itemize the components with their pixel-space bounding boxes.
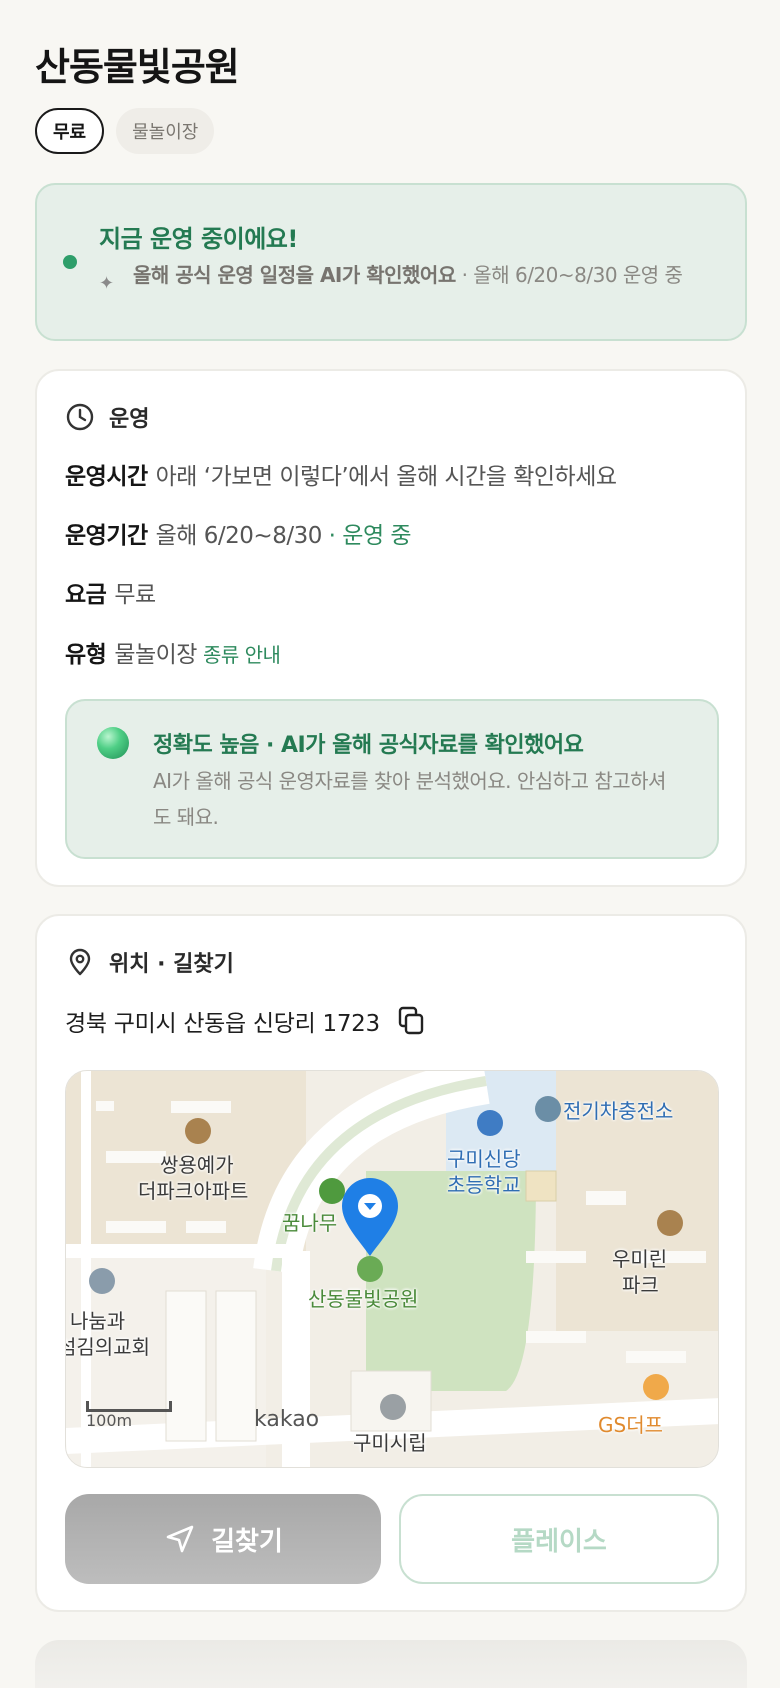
period-status: · 운영 중 [328,523,412,549]
type-guide-link[interactable]: 종류 안내 [203,643,281,667]
clock-icon [66,403,94,431]
library-poi-icon[interactable] [380,1394,406,1420]
fee-row: 요금 무료 [65,575,156,609]
fee-label: 요금 [65,582,107,608]
route-button-label: 길찾기 [211,1526,283,1557]
address-text: 경북 구미시 산동읍 신당리 1723 [65,1011,380,1037]
operation-card: 운영 운영시간 아래 ‘가보면 이렇다’에서 올해 시간을 확인하세요 운영기간 올… [35,369,747,887]
map-label-gs: GS더프 [598,1413,663,1437]
period-row: 운영기간 올해 6/20~8/30 · 운영 중 [65,516,412,550]
chip-water-play[interactable]: 물놀이장 [116,108,215,154]
map-label-church-1: 나눔과 [70,1309,126,1333]
accuracy-indicator-icon [97,727,129,759]
type-value: 물놀이장 [114,642,197,668]
map-label-dream: 꿈나무 [282,1211,338,1235]
navigation-arrow-icon [166,1525,194,1553]
map-label-apt-2: 더파크아파트 [138,1179,249,1203]
copy-icon [398,1006,424,1035]
school-poi-icon[interactable] [477,1110,503,1136]
next-card-peek [35,1640,747,1688]
accuracy-description: AI가 올해 공식 운영자료를 찾아 분석했어요. 안심하고 참고하셔도 돼요. [153,769,666,829]
sparkle-icon: ✦ [99,273,115,294]
map-label-ev: 전기차충전소 [563,1099,674,1123]
status-banner: 지금 운영 중이에요! ✦ 올해 공식 운영 일정을 AI가 확인했어요 · 올… [35,183,747,341]
type-row: 유형 물놀이장 종류 안내 [65,635,281,669]
status-subtext: 올해 공식 운영 일정을 AI가 확인했어요 · 올해 6/20~8/30 운영… [133,261,733,290]
status-dot [63,255,77,269]
map-label-park: 산동물빛공원 [308,1287,419,1311]
hours-label: 운영시간 [65,464,148,490]
period-value: 올해 6/20~8/30 [155,523,323,549]
operation-heading: 운영 [65,401,149,433]
apartment-poi-icon[interactable] [185,1118,211,1144]
place-button[interactable]: 플레이스 [399,1494,719,1584]
address-row: 경북 구미시 산동읍 신당리 1723 [65,1004,426,1038]
map-label-school-2: 초등학교 [447,1173,521,1197]
map-label-apt-1: 쌍용예가 [160,1153,234,1177]
map-label-library: 구미시립 [353,1431,427,1455]
church-poi-icon[interactable] [89,1268,115,1294]
chip-free[interactable]: 무료 [35,108,105,154]
route-button[interactable]: 길찾기 [65,1494,381,1584]
park-poi-icon [357,1256,383,1282]
status-ai-check: 올해 공식 운영 일정을 AI가 확인했어요 [133,263,456,287]
map-label-church-2: 섬김의교회 [65,1335,150,1359]
operation-heading-label: 운영 [109,407,150,432]
accuracy-title: 정확도 높음 · AI가 올해 공식자료를 확인했어요 [153,733,584,758]
map-provider-logo: kakao [254,1407,320,1432]
tree-poi-icon[interactable] [319,1178,345,1204]
location-pin-icon [69,948,91,976]
map-label-right-2: 파크 [622,1273,659,1297]
ev-charging-poi-icon[interactable] [535,1096,561,1122]
accuracy-box: 정확도 높음 · AI가 올해 공식자료를 확인했어요 AI가 올해 공식 운영… [65,699,719,859]
store-poi-icon[interactable] [643,1374,669,1400]
status-title: 지금 운영 중이에요! [99,225,298,253]
type-label: 유형 [65,642,107,668]
map-label-school-1: 구미신당 [447,1147,521,1171]
location-heading-label: 위치 · 길찾기 [109,952,234,977]
period-label: 운영기간 [65,523,148,549]
map-label-right-1: 우미린 [612,1247,668,1271]
hours-row: 운영시간 아래 ‘가보면 이렇다’에서 올해 시간을 확인하세요 [65,457,617,491]
map-scale-label: 100m [86,1411,133,1430]
copy-address-button[interactable] [396,1006,426,1036]
map-view[interactable]: 전기차충전소 구미신당 초등학교 쌍용예가 더파크아파트 꿈나무 산동물빛공원 … [65,1070,719,1468]
location-card: 위치 · 길찾기 경북 구미시 산동읍 신당리 1723 전기차충전소 구미신당… [35,914,747,1612]
tag-chips: 무료 물놀이장 [35,108,215,154]
place-button-label: 플레이스 [511,1526,607,1557]
status-period: · 올해 6/20~8/30 운영 중 [455,263,683,287]
hours-value: 아래 ‘가보면 이렇다’에서 올해 시간을 확인하세요 [155,464,617,490]
location-heading: 위치 · 길찾기 [65,946,234,978]
fee-value: 무료 [114,582,156,608]
page-title: 산동물빛공원 [35,45,240,89]
apartment-poi-icon-2[interactable] [657,1210,683,1236]
